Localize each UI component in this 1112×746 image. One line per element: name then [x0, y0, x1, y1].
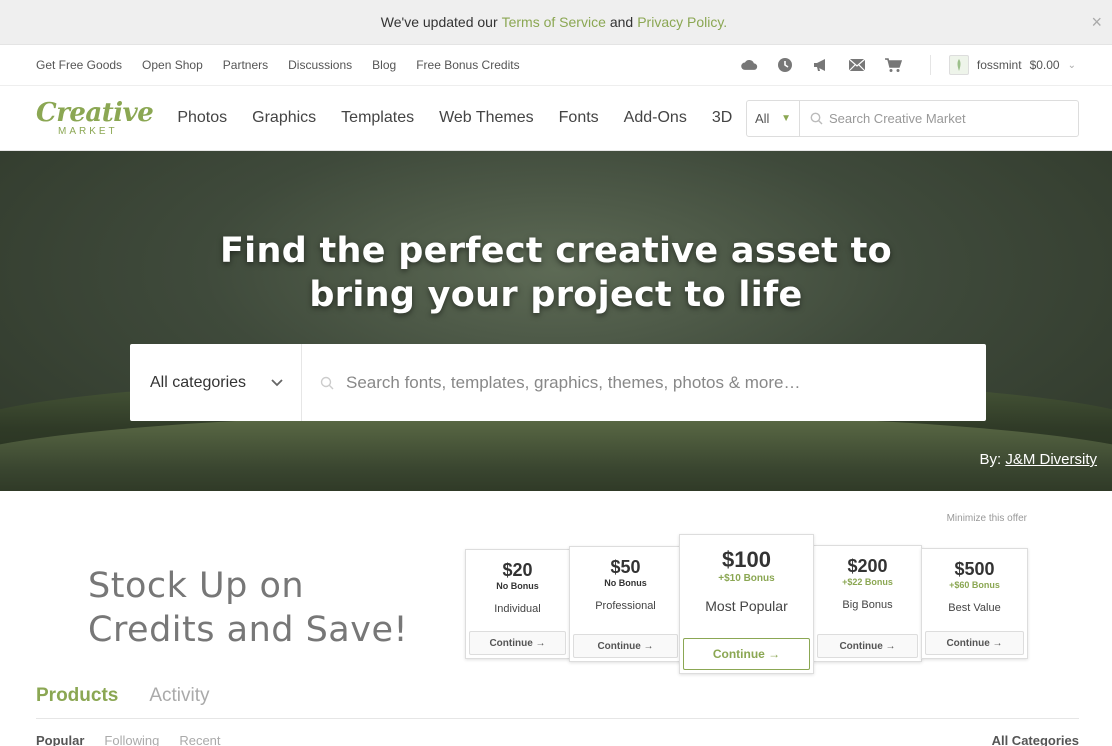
credit-card-500: $500 +$60 Bonus Best Value Continue →	[921, 548, 1028, 659]
mail-icon[interactable]	[848, 56, 866, 74]
cloud-icon[interactable]	[740, 56, 758, 74]
credit-card-200: $200 +$22 Bonus Big Bonus Continue →	[813, 545, 922, 662]
terms-link[interactable]: Terms of Service	[502, 14, 606, 30]
link-blog[interactable]: Blog	[372, 58, 396, 72]
profile-tabs: Products Activity	[36, 673, 1079, 719]
link-free-bonus-credits[interactable]: Free Bonus Credits	[416, 58, 519, 72]
continue-button[interactable]: Continue →	[573, 634, 678, 658]
utility-bar: Get Free Goods Open Shop Partners Discus…	[0, 45, 1112, 86]
continue-button[interactable]: Continue →	[683, 638, 810, 670]
hero-banner: Find the perfect creative asset to bring…	[0, 151, 1112, 491]
hero-search-input[interactable]: Search fonts, templates, graphics, theme…	[302, 344, 986, 421]
credit-label: By:	[979, 451, 1002, 468]
hero-headline: Find the perfect creative asset to bring…	[0, 229, 1112, 317]
search-scope-value: All	[755, 110, 770, 126]
card-tier: Big Bonus	[842, 599, 893, 611]
search-icon	[810, 112, 823, 124]
megaphone-icon[interactable]	[812, 56, 830, 74]
card-tier: Individual	[494, 603, 541, 615]
card-price: $50	[610, 557, 641, 577]
link-partners[interactable]: Partners	[223, 58, 268, 72]
logo-wordmark: Creative	[36, 97, 154, 128]
continue-button[interactable]: Continue →	[469, 631, 566, 655]
search-scope-select[interactable]: All ▼	[747, 100, 800, 136]
tab-activity[interactable]: Activity	[149, 685, 209, 707]
account-balance: $0.00	[1029, 58, 1060, 72]
chevron-down-icon: ▼	[781, 112, 791, 124]
chevron-down-icon: ⌄	[1067, 59, 1076, 71]
utility-links: Get Free Goods Open Shop Partners Discus…	[36, 58, 520, 72]
card-bonus: No Bonus	[496, 581, 539, 591]
card-bonus: +$10 Bonus	[718, 573, 775, 584]
clock-icon[interactable]	[776, 56, 794, 74]
search-icon	[320, 376, 334, 389]
notice-bar: We've updated our Terms of Service and P…	[0, 0, 1112, 45]
hero-headline-line1: Find the perfect creative asset to	[219, 231, 893, 271]
filter-popular[interactable]: Popular	[36, 733, 84, 746]
notice-and: and	[609, 14, 634, 30]
link-discussions[interactable]: Discussions	[288, 58, 352, 72]
close-icon[interactable]: ×	[1091, 12, 1102, 33]
nav-add-ons[interactable]: Add-Ons	[624, 109, 687, 127]
avatar	[948, 55, 969, 75]
card-tier: Best Value	[948, 602, 1001, 614]
card-bonus: +$22 Bonus	[842, 577, 893, 587]
filter-following[interactable]: Following	[104, 733, 159, 746]
nav-web-themes[interactable]: Web Themes	[439, 109, 534, 127]
privacy-link[interactable]: Privacy Policy.	[637, 14, 727, 30]
credit-card-20: $20 No Bonus Individual Continue →	[465, 549, 570, 659]
link-get-free-goods[interactable]: Get Free Goods	[36, 58, 122, 72]
header-search-input[interactable]: Search Creative Market	[800, 101, 1078, 136]
card-tier: Professional	[595, 600, 656, 612]
header-search-placeholder: Search Creative Market	[829, 110, 966, 126]
credit-card-100: $100 +$10 Bonus Most Popular Continue →	[679, 534, 814, 674]
notice-text: We've updated our	[380, 14, 498, 30]
chevron-down-icon	[271, 378, 283, 386]
card-bonus: +$60 Bonus	[949, 580, 1000, 590]
category-nav: Photos Graphics Templates Web Themes Fon…	[177, 109, 732, 127]
all-categories-dropdown[interactable]: All Categories	[992, 733, 1079, 746]
card-bonus: No Bonus	[604, 578, 647, 588]
photo-credit: By: J&M Diversity	[979, 451, 1097, 468]
offer-headline: Stock Up on Credits and Save!	[88, 564, 408, 652]
category-select[interactable]: All categories	[130, 344, 302, 421]
utility-icons: fossmint $0.00 ⌄	[740, 55, 1076, 75]
cart-icon[interactable]	[884, 56, 902, 74]
card-price: $20	[502, 560, 533, 580]
main-nav: Creative MARKET Photos Graphics Template…	[0, 86, 1112, 151]
hero-search-placeholder: Search fonts, templates, graphics, theme…	[346, 372, 801, 392]
hero-background-leaf-front	[0, 413, 1112, 491]
nav-3d[interactable]: 3D	[712, 109, 732, 127]
user-menu[interactable]: fossmint $0.00 ⌄	[929, 55, 1076, 75]
category-select-value: All categories	[150, 373, 247, 391]
header-search: All ▼ Search Creative Market	[746, 99, 1079, 137]
product-filters: Popular Following Recent All Categories	[36, 733, 1079, 746]
hero-headline-line2: bring your project to life	[309, 275, 803, 315]
filter-recent[interactable]: Recent	[179, 733, 220, 746]
logo[interactable]: Creative MARKET	[36, 97, 154, 137]
nav-templates[interactable]: Templates	[341, 109, 414, 127]
credit-author-link[interactable]: J&M Diversity	[1005, 451, 1097, 468]
username: fossmint	[976, 58, 1022, 72]
logo-subtitle: MARKET	[58, 125, 118, 137]
card-price: $200	[847, 556, 888, 576]
card-tier: Most Popular	[705, 598, 788, 614]
nav-graphics[interactable]: Graphics	[252, 109, 316, 127]
continue-button[interactable]: Continue →	[925, 631, 1024, 655]
tab-products[interactable]: Products	[36, 685, 118, 707]
credits-offer: Minimize this offer Stock Up on Credits …	[0, 491, 1112, 746]
hero-search: All categories Search fonts, templates, …	[130, 344, 986, 421]
link-open-shop[interactable]: Open Shop	[142, 58, 203, 72]
card-price: $100	[722, 547, 771, 572]
offer-headline-line1: Stock Up on	[88, 566, 305, 606]
offer-headline-line2: Credits and Save!	[88, 610, 409, 650]
minimize-offer-link[interactable]: Minimize this offer	[947, 513, 1027, 524]
nav-photos[interactable]: Photos	[177, 109, 227, 127]
nav-fonts[interactable]: Fonts	[559, 109, 599, 127]
continue-button[interactable]: Continue →	[817, 634, 918, 658]
credit-card-50: $50 No Bonus Professional Continue →	[569, 546, 682, 662]
card-price: $500	[954, 559, 995, 579]
